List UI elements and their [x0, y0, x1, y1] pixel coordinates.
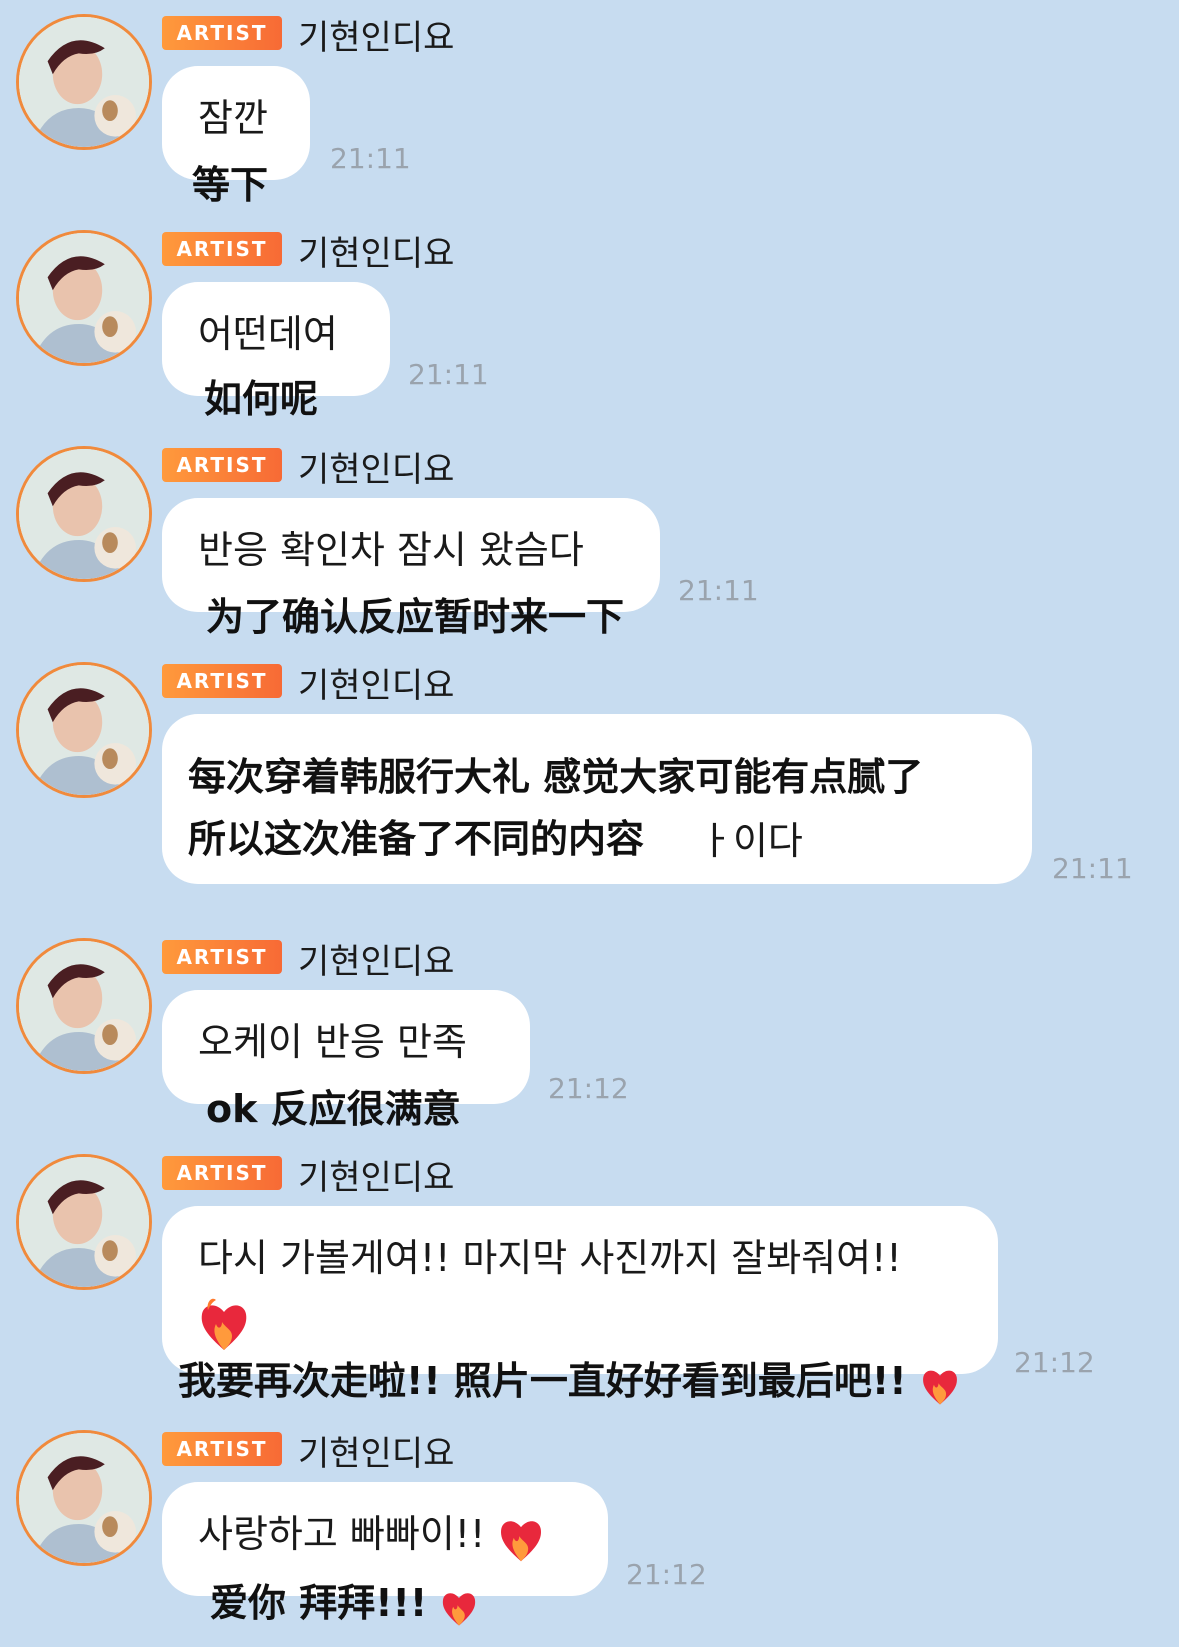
sender-name: 기현인디요 — [298, 18, 455, 58]
translation-text: ok 反应很满意 — [206, 1087, 461, 1131]
translation-text-content: 爱你 拜拜!!! — [210, 1581, 428, 1625]
translation-text: 等下 — [192, 163, 269, 207]
sender-name: 기현인디요 — [298, 1158, 455, 1198]
translation-text: 为了确认反应暂时来一下 — [206, 595, 625, 639]
timestamp: 21:12 — [548, 1072, 629, 1105]
message-text: 어떤데여 — [198, 312, 338, 356]
timestamp: 21:11 — [678, 574, 759, 607]
message-text-fragment: ㅏ이다 — [698, 819, 803, 863]
message-text: 다시 가볼게여!! 마지막 사진까지 잘봐줘여!! — [198, 1236, 902, 1280]
translation-text: 爱你 拜拜!!! — [210, 1572, 478, 1627]
avatar[interactable] — [16, 662, 152, 798]
translation-line-1: 每次穿着韩服行大礼 感觉大家可能有点腻了 — [188, 755, 924, 799]
timestamp: 21:12 — [1014, 1346, 1095, 1379]
heart-fire-icon — [920, 1362, 960, 1406]
avatar[interactable] — [16, 14, 152, 150]
timestamp: 21:11 — [408, 358, 489, 391]
artist-badge: ARTIST — [162, 1156, 282, 1190]
message-text: 잠깐 — [198, 96, 268, 140]
message-text: 사랑하고 빠빠이!! — [198, 1512, 486, 1556]
artist-badge: ARTIST — [162, 232, 282, 266]
translation-text: 如何呢 — [204, 377, 319, 421]
heart-fire-icon — [497, 1511, 545, 1563]
artist-badge: ARTIST — [162, 1432, 282, 1466]
message-text: 반응 확인차 잠시 왔슴다 — [198, 528, 584, 572]
heart-fire-icon — [440, 1585, 478, 1627]
artist-badge: ARTIST — [162, 940, 282, 974]
translation-text-content: 我要再次走啦!! 照片一直好好看到最后吧!! — [178, 1359, 907, 1403]
avatar[interactable] — [16, 1154, 152, 1290]
artist-badge: ARTIST — [162, 16, 282, 50]
sender-name: 기현인디요 — [298, 666, 455, 706]
avatar[interactable] — [16, 938, 152, 1074]
message-bubble[interactable]: 다시 가볼게여!! 마지막 사진까지 잘봐줘여!! — [162, 1206, 998, 1374]
avatar[interactable] — [16, 1430, 152, 1566]
artist-badge: ARTIST — [162, 664, 282, 698]
message-text: 오케이 반응 만족 — [198, 1020, 467, 1064]
translation-line-2: 所以这次准备了不同的内容 — [188, 817, 645, 861]
avatar[interactable] — [16, 446, 152, 582]
artist-badge: ARTIST — [162, 448, 282, 482]
sender-name: 기현인디요 — [298, 450, 455, 490]
translation-text: 我要再次走啦!! 照片一直好好看到最后吧!! — [178, 1350, 960, 1406]
sender-name: 기현인디요 — [298, 234, 455, 274]
sender-name: 기현인디요 — [298, 942, 455, 982]
timestamp: 21:11 — [330, 142, 411, 175]
avatar[interactable] — [16, 230, 152, 366]
sender-name: 기현인디요 — [298, 1434, 455, 1474]
timestamp: 21:12 — [626, 1558, 707, 1591]
timestamp: 21:11 — [1052, 852, 1133, 885]
